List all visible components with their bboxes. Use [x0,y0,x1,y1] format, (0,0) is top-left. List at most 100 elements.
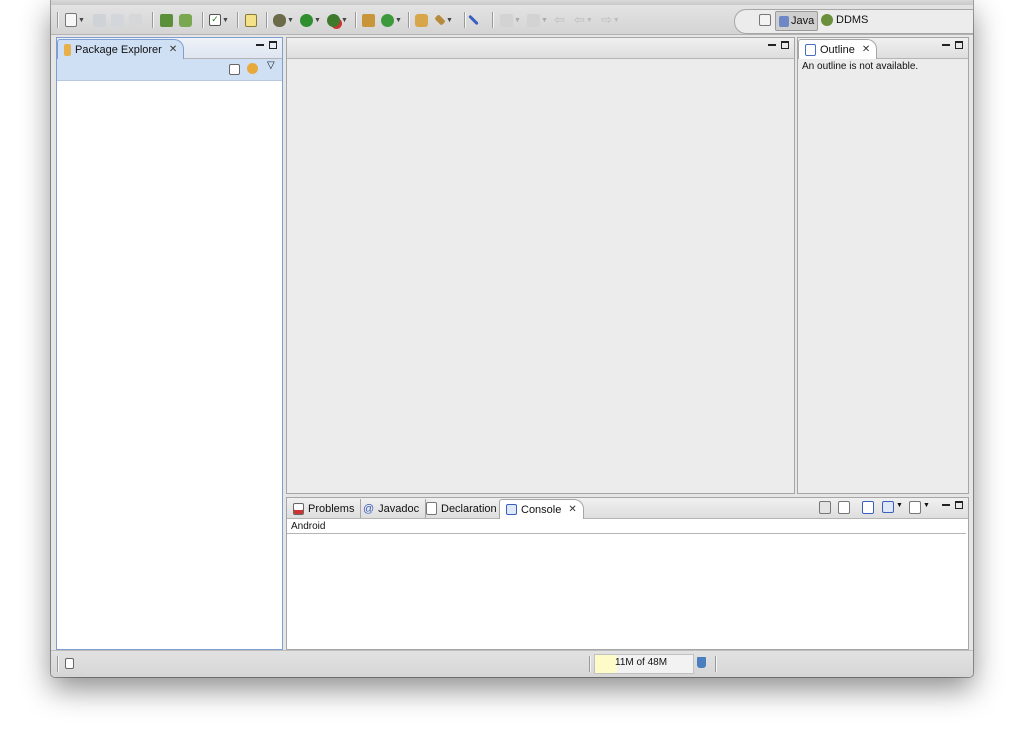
new-icon[interactable]: ▼ [65,12,85,28]
outline-view: Outline ✕ An outline is not available. [797,37,969,494]
new-package-icon[interactable] [362,12,375,28]
toolbar-separator [152,12,153,28]
close-icon[interactable]: ✕ [568,504,576,515]
editor-controls [768,41,789,49]
close-icon[interactable]: ✕ [169,44,177,55]
toggle-mark-icon[interactable] [468,12,479,28]
tab-problems[interactable]: Problems [287,499,362,518]
javadoc-tab-label: Javadoc [378,502,420,515]
task-icon[interactable]: ✓ ▼ [209,12,229,28]
view-controls [256,41,277,49]
heap-status-text: 11M of 48M [615,657,668,668]
maximize-icon[interactable] [781,41,789,49]
java-perspective-icon [779,15,789,27]
tab-outline[interactable]: Outline ✕ [798,39,878,59]
last-edit-icon[interactable]: ⇦ [554,12,565,28]
android-sdk-icon[interactable] [160,12,173,28]
ddms-perspective-icon [821,14,833,26]
status-separator [715,656,716,672]
maximize-icon[interactable] [955,41,963,49]
java-perspective-button[interactable]: Java [775,11,819,31]
minimize-icon[interactable] [256,44,264,46]
back-icon[interactable]: ⇦ ▼ [574,12,593,28]
toolbar-separator [57,12,58,28]
close-icon[interactable]: ✕ [862,44,870,55]
save-icon[interactable] [93,12,106,28]
package-explorer-tabbar: Package Explorer ✕ [57,38,282,59]
console-tab-label: Console [521,503,562,516]
declaration-tab-label: Declaration [441,502,497,515]
previous-annotation-icon[interactable]: ▼ [527,12,548,28]
minimize-icon[interactable] [942,44,950,46]
pin-console-icon[interactable] [862,501,874,514]
maximize-icon[interactable] [955,501,963,509]
display-console-icon[interactable] [882,501,894,513]
toolbar-separator [464,12,465,28]
link-with-editor-icon[interactable] [247,63,258,74]
status-separator [589,656,590,672]
editor-tabbar [287,38,794,59]
forward-icon[interactable]: ⇨ ▼ [601,12,620,28]
new-java-project-icon[interactable] [245,12,257,28]
toolbar-separator [237,12,238,28]
trash-icon[interactable] [697,657,706,668]
toolbar-separator [492,12,493,28]
toolbar-separator [355,12,356,28]
debug-icon[interactable]: ▼ [273,12,294,28]
open-perspective-icon[interactable] [759,11,771,29]
outline-icon [805,43,816,56]
view-controls [942,501,963,509]
minimize-icon[interactable] [768,44,776,46]
tab-package-explorer[interactable]: Package Explorer ✕ [57,39,185,59]
console-output[interactable] [287,535,966,647]
outline-message: An outline is not available. [802,61,919,72]
status-separator [57,656,58,672]
console-name: Android [287,519,966,534]
package-explorer-tab-label: Package Explorer [75,43,162,56]
ddms-perspective-label: DDMS [836,14,869,26]
android-avd-icon[interactable] [179,12,192,28]
next-annotation-icon[interactable]: ▼ [500,12,521,28]
console-icon [506,504,517,515]
outline-tabbar: Outline ✕ [798,38,968,59]
declaration-icon [426,502,437,515]
chevron-down-icon[interactable]: ▼ [896,502,903,509]
toolbar-separator [266,12,267,28]
editor-area [286,37,795,494]
package-explorer-icon [64,43,71,56]
open-console-icon[interactable] [909,501,921,514]
toolbar-separator [408,12,409,28]
eclipse-window: ▼ ✓ ▼ ▼ ▼ ▼ ▼ ▼ ▼ ▼ ⇦ ⇦ ▼ ⇨ ▼ Java DDMS … [51,0,973,677]
status-bar: 11M of 48M [51,650,973,677]
problems-tab-label: Problems [308,502,355,515]
tab-declaration[interactable]: Declaration [420,499,504,518]
view-controls [942,41,963,49]
clear-console-icon[interactable] [819,501,831,514]
java-perspective-label: Java [791,15,815,27]
view-menu-icon[interactable]: ▽ [267,60,275,71]
maximize-icon[interactable] [269,41,277,49]
bottom-panel: Problems @ Javadoc Declaration Console ✕… [286,497,969,650]
collapse-all-icon[interactable] [229,64,240,75]
print-icon[interactable] [129,12,142,28]
toolbar-separator [202,12,203,28]
external-tools-icon[interactable]: ▼ [327,12,348,28]
search-icon[interactable]: ▼ [434,12,453,28]
minimize-icon[interactable] [942,504,950,506]
package-explorer-view-toolbar: ▽ [57,59,282,81]
ddms-perspective-button[interactable]: DDMS [821,11,868,29]
outline-tab-label: Outline [820,43,855,56]
bottom-tabbar: Problems @ Javadoc Declaration Console ✕… [287,498,968,519]
javadoc-icon: @ [363,502,375,515]
open-type-icon[interactable] [415,12,428,28]
tab-console[interactable]: Console ✕ [499,499,584,519]
scroll-lock-icon[interactable] [838,501,850,514]
heap-usage-bar [595,655,617,673]
heap-status[interactable]: 11M of 48M [594,654,694,674]
save-all-icon[interactable] [111,12,124,28]
new-class-icon[interactable]: ▼ [381,12,402,28]
fast-view-icon[interactable] [65,658,74,669]
run-icon[interactable]: ▼ [300,12,321,28]
chevron-down-icon[interactable]: ▼ [923,502,930,509]
tab-javadoc[interactable]: @ Javadoc [357,499,427,518]
